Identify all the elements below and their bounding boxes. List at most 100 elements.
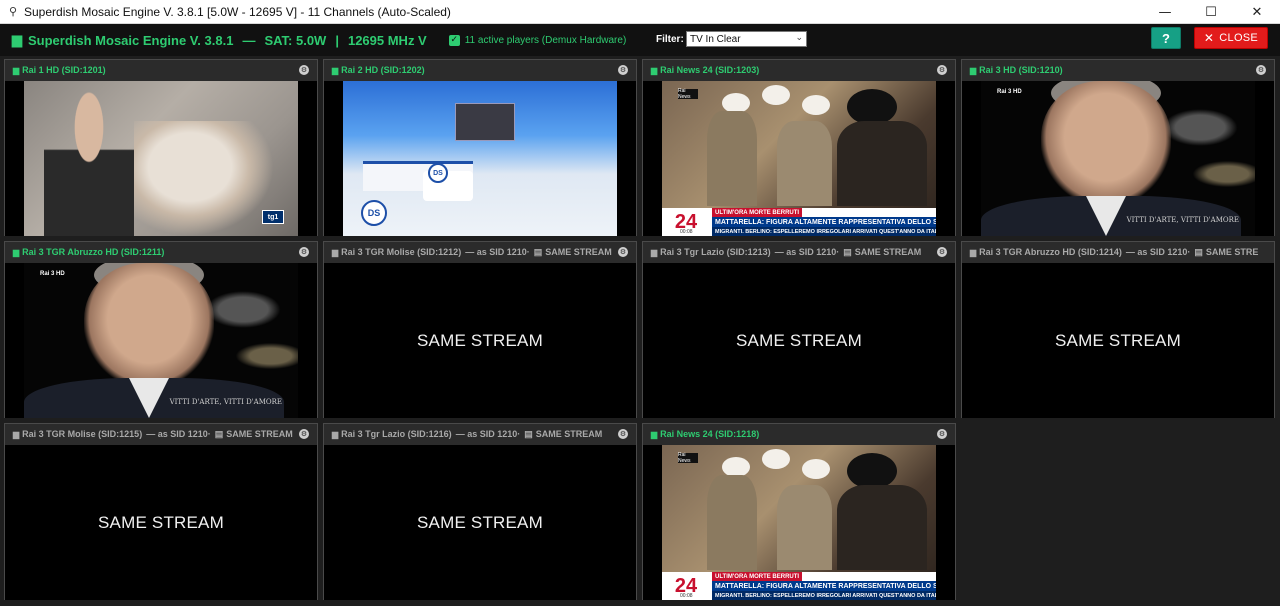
close-button[interactable]: ✕ CLOSE [1194, 27, 1268, 49]
tv-icon: ▆ [13, 247, 20, 257]
window-controls: — ☐ ✕ [1142, 0, 1280, 24]
settings-icon[interactable]: ⚙ [299, 247, 309, 257]
tile-header: ▆ Rai 1 HD (SID:1201) ⚙ [5, 60, 317, 80]
channel-tile[interactable]: ▆ Rai 3 TGR Molise (SID:1212) — as SID 121… [323, 241, 637, 418]
settings-icon[interactable]: ⚙ [937, 65, 947, 75]
channel-tile[interactable]: ▆ Rai 1 HD (SID:1201) ⚙ tg1 [4, 59, 318, 236]
tv-icon: ▆ [970, 65, 977, 75]
dup-ref: — as SID 1210 [774, 247, 837, 257]
filter-value: TV In Clear [690, 33, 741, 45]
channel-label: Rai News 24 (SID:1203) [660, 65, 760, 75]
settings-icon[interactable]: ⚙ [618, 429, 628, 439]
check-icon[interactable]: ✓ [448, 34, 460, 46]
settings-icon[interactable]: ⚙ [299, 65, 309, 75]
help-button[interactable]: ? [1151, 27, 1181, 49]
channel-tile[interactable]: ▆ Rai 3 TGR Abruzzo HD (SID:1211) ⚙ Rai 3 H… [4, 241, 318, 418]
news-flash: ULTIM'ORA MORTE BERRUTI [712, 572, 803, 581]
channel-tile[interactable]: ▆ Rai 3 Tgr Lazio (SID:1213) — as SID 1210… [642, 241, 956, 418]
document-icon: ▤ [843, 246, 852, 257]
chevron-down-icon: ⌄ [795, 33, 803, 43]
document-icon: ▤ [533, 246, 543, 257]
channel-label: Rai 3 TGR Abruzzo HD (SID:1214) [979, 247, 1122, 257]
app-icon: ⚲ [8, 5, 18, 18]
tile-header: ▆ Rai 3 HD (SID:1210) ⚙ [962, 60, 1274, 80]
filter-select[interactable]: TV In Clear ⌄ [686, 31, 807, 47]
video-area[interactable]: Rai 3 HD VITTI D'ARTE, VITTI D'AMORE [962, 81, 1274, 236]
same-stream-tag: SAME STRE [1205, 247, 1259, 257]
active-players-label: 11 active players (Demux Hardware) [464, 34, 627, 46]
close-label: CLOSE [1219, 32, 1259, 44]
news-headline: MATTARELLA: FIGURA ALTAMENTE RAPPRESENTA… [712, 217, 936, 227]
channel-label: Rai 3 TGR Abruzzo HD (SID:1211) [22, 247, 165, 257]
figure [762, 449, 790, 469]
window-close-button[interactable]: ✕ [1234, 0, 1280, 24]
tv-icon: ▆ [13, 65, 20, 75]
video-area[interactable]: SAME STREAM [643, 263, 955, 418]
separator-dot: · [836, 247, 840, 257]
figure [847, 89, 897, 125]
mosaic-grid: ▆ Rai 1 HD (SID:1201) ⚙ tg1 ▆ Rai 2 HD (SID:1… [4, 59, 1276, 601]
separator-dot: · [207, 429, 211, 439]
video-area[interactable]: tg1 [5, 81, 317, 236]
settings-icon[interactable]: ⚙ [299, 429, 309, 439]
same-stream-text: SAME STREAM [417, 330, 543, 350]
video-area[interactable]: 24 00:08 ULTIM'ORA MORTE BERRUTI MATTARELLA… [643, 81, 955, 236]
video-area[interactable]: SAME STREAM [5, 445, 317, 600]
channel-tile[interactable]: ▆ Rai 3 TGR Molise (SID:1215) — as SID 121… [4, 423, 318, 600]
tv-icon: ▆ [651, 65, 658, 75]
video-area[interactable]: SAME STREAM [962, 263, 1274, 418]
document-icon: ▤ [214, 428, 224, 439]
figure [847, 453, 897, 489]
window-titlebar: ⚲ Superdish Mosaic Engine V. 3.8.1 [5.0W… [0, 0, 1280, 24]
settings-icon[interactable]: ⚙ [1256, 65, 1266, 75]
video-area[interactable]: Rai 3 HD VITTI D'ARTE, VITTI D'AMORE [5, 263, 317, 418]
same-stream-text: SAME STREAM [98, 512, 224, 532]
brand: ▆ Superdish Mosaic Engine V. 3.8.1 — SAT… [12, 32, 427, 48]
sat-label: SAT: 5.0W [264, 32, 327, 48]
settings-icon[interactable]: ⚙ [937, 429, 947, 439]
minimize-button[interactable]: — [1142, 0, 1188, 24]
separator-dot: · [1187, 247, 1191, 257]
filter-label: Filter: [656, 34, 684, 45]
tile-header: ▆ Rai 3 Tgr Lazio (SID:1213) — as SID 1210… [643, 242, 955, 262]
tile-header: ▆ Rai 2 HD (SID:1202) ⚙ [324, 60, 636, 80]
channel-tile[interactable]: ▆ Rai 3 HD (SID:1210) ⚙ Rai 3 HD VITTI D'ART… [961, 59, 1275, 236]
video-frame: 24 00:08 ULTIM'ORA MORTE BERRUTI MATTARELLA… [662, 81, 936, 236]
channel-tile[interactable]: ▆ Rai 3 TGR Abruzzo HD (SID:1214) — as SID… [961, 241, 1275, 418]
news-time: 00:08 [680, 229, 693, 235]
program-caption: VITTI D'ARTE, VITTI D'AMORE [169, 398, 282, 406]
video-area[interactable]: 24 00:08 ULTIM'ORA MORTE BERRUTI MATTARELLA… [643, 445, 955, 600]
same-stream-text: SAME STREAM [1055, 330, 1181, 350]
video-area[interactable]: SAME STREAM [324, 263, 636, 418]
figure [722, 457, 750, 477]
channel-tile[interactable]: ▆ Rai News 24 (SID:1203) ⚙ 24 00:08 ULTIM'ORA… [642, 59, 956, 236]
figure [707, 475, 757, 570]
same-stream-tag: SAME STREAM [226, 429, 293, 439]
ds-logo: DS [361, 200, 387, 226]
channel-label: Rai 2 HD (SID:1202) [341, 65, 425, 75]
channel-label: Rai 3 Tgr Lazio (SID:1213) [660, 247, 771, 257]
channel-tile[interactable]: ▆ Rai 2 HD (SID:1202) ⚙ DS DS [323, 59, 637, 236]
channel-tile[interactable]: ▆ Rai 3 Tgr Lazio (SID:1216) — as SID 1210… [323, 423, 637, 600]
video-area[interactable]: SAME STREAM [324, 445, 636, 600]
channel-tile[interactable]: ▆ Rai News 24 (SID:1218) ⚙ 24 00:08 ULTIM'ORA… [642, 423, 956, 600]
video-frame: Rai 3 HD VITTI D'ARTE, VITTI D'AMORE [24, 263, 298, 418]
window-title: Superdish Mosaic Engine V. 3.8.1 [5.0W -… [24, 4, 451, 19]
active-players-toggle[interactable]: ✓ 11 active players (Demux Hardware) [448, 34, 627, 46]
figure [722, 93, 750, 113]
settings-icon[interactable]: ⚙ [618, 247, 628, 257]
tv-icon: ▆ [651, 247, 658, 257]
same-stream-tag: SAME STREAM [854, 247, 922, 257]
settings-icon[interactable]: ⚙ [618, 65, 628, 75]
news-headline: MATTARELLA: FIGURA ALTAMENTE RAPPRESENTA… [712, 581, 936, 591]
settings-icon[interactable]: ⚙ [937, 247, 947, 257]
tile-header: ▆ Rai 3 Tgr Lazio (SID:1216) — as SID 1210… [324, 424, 636, 444]
rai-news-brand: Rai News [678, 452, 698, 464]
tv-icon: ▆ [332, 247, 339, 257]
channel-label: Rai 3 Tgr Lazio (SID:1216) [341, 429, 452, 439]
document-icon: ▤ [524, 428, 533, 439]
maximize-button[interactable]: ☐ [1188, 0, 1234, 24]
video-area[interactable]: DS DS [324, 81, 636, 236]
news-ticker: 24 00:08 ULTIM'ORA MORTE BERRUTI MATTARELLA… [662, 572, 936, 600]
app-header: ▆ Superdish Mosaic Engine V. 3.8.1 — SAT… [0, 24, 1280, 56]
